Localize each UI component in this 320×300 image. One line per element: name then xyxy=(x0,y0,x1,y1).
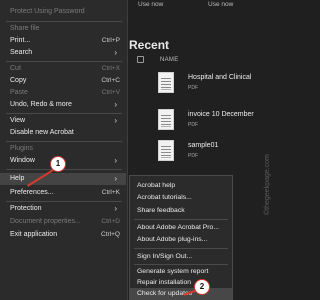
help-item-generate-report[interactable]: Generate system report xyxy=(130,266,232,278)
menu-item-search[interactable]: Search › xyxy=(0,47,126,59)
use-now-link-1[interactable]: Use now xyxy=(138,1,163,8)
menu-item-document-properties[interactable]: Document properties... Ctrl+D xyxy=(0,216,126,228)
help-item-label: Repair installation xyxy=(137,279,192,286)
menu-item-label: Paste xyxy=(10,89,28,96)
help-item-label: Generate system report xyxy=(137,268,209,275)
menu-item-shortcut: Ctrl+C xyxy=(101,77,120,84)
step-2-badge: 2 xyxy=(194,279,210,295)
help-item-about-plugins[interactable]: About Adobe plug-ins... xyxy=(130,234,232,246)
menu-item-label: Protect Using Password xyxy=(10,8,85,15)
menu-item-label: Exit application xyxy=(10,231,58,238)
chevron-right-icon: › xyxy=(114,174,117,183)
use-now-link-2[interactable]: Use now xyxy=(208,1,233,8)
help-item-label: About Adobe Acrobat Pro... xyxy=(137,224,219,231)
file-type: PDF xyxy=(188,85,198,91)
menu-item-shortcut: Ctrl+X xyxy=(101,65,120,72)
recent-file-row[interactable]: sample01 PDF xyxy=(150,140,279,170)
help-item-acrobat-help[interactable]: Acrobat help xyxy=(130,180,232,192)
file-name: sample01 xyxy=(188,142,219,149)
name-column-header[interactable]: NAME xyxy=(160,57,179,63)
help-item-check-for-updates[interactable]: Check for updates xyxy=(130,288,232,300)
menu-item-view[interactable]: View › xyxy=(0,115,126,127)
menu-item-label: Preferences... xyxy=(10,189,54,196)
menu-separator xyxy=(6,141,122,142)
menu-separator xyxy=(6,61,122,62)
watermark: ©thegeekpage.com xyxy=(264,154,271,215)
file-name: Hospital and Clinical xyxy=(188,74,252,81)
menu-item-help[interactable]: Help › xyxy=(0,173,126,185)
menu-item-print[interactable]: Print... Ctrl+P xyxy=(0,35,126,47)
chevron-right-icon: › xyxy=(114,100,117,109)
menu-item-shortcut: Ctrl+P xyxy=(101,37,120,44)
menu-item-label: Disable new Acrobat xyxy=(10,129,74,136)
menu-item-undo-redo[interactable]: Undo, Redo & more › xyxy=(0,99,126,111)
menu-item-label: Plugins xyxy=(10,145,33,152)
menu-item-label: Undo, Redo & more xyxy=(10,101,72,108)
recent-file-row[interactable]: Hospital and Clinical PDF xyxy=(150,72,279,102)
menu-item-share-file[interactable]: Share file xyxy=(0,23,126,35)
chevron-right-icon: › xyxy=(114,204,117,213)
file-name: invoice 10 December xyxy=(188,111,254,118)
menu-separator xyxy=(6,21,122,22)
menu-item-cut[interactable]: Cut Ctrl+X xyxy=(0,63,126,75)
menu-item-copy[interactable]: Copy Ctrl+C xyxy=(0,75,126,87)
step-1-badge: 1 xyxy=(50,156,66,172)
menu-item-label: Protection xyxy=(10,205,42,212)
menu-item-label: View xyxy=(10,117,26,124)
menu-item-protection[interactable]: Protection › xyxy=(0,203,126,215)
menu-item-shortcut: Ctrl+V xyxy=(101,89,120,96)
menu-item-label: Share file xyxy=(10,25,40,32)
main-menu: Protect Using Password Share file Print.… xyxy=(0,0,128,300)
menu-item-label: Print... xyxy=(10,37,31,44)
file-type: PDF xyxy=(188,122,198,128)
help-item-label: Share feedback xyxy=(137,207,185,214)
help-item-acrobat-tutorials[interactable]: Acrobat tutorials... xyxy=(130,192,232,204)
menu-item-preferences[interactable]: Preferences... Ctrl+K xyxy=(0,187,126,199)
recent-title: Recent xyxy=(129,38,170,52)
menu-item-label: Window xyxy=(10,157,35,164)
menu-separator xyxy=(6,201,122,202)
help-item-label: Acrobat help xyxy=(137,182,176,189)
menu-item-disable-new-acrobat[interactable]: Disable new Acrobat xyxy=(0,127,126,139)
menu-item-label: Document properties... xyxy=(10,218,81,225)
menu-separator xyxy=(134,248,228,249)
help-item-label: Acrobat tutorials... xyxy=(137,194,192,201)
menu-item-label: Search xyxy=(10,49,33,56)
menu-item-label: Cut xyxy=(10,65,21,72)
menu-separator xyxy=(134,264,228,265)
menu-item-paste[interactable]: Paste Ctrl+V xyxy=(0,87,126,99)
file-type: PDF xyxy=(188,153,198,159)
help-item-about-acrobat[interactable]: About Adobe Acrobat Pro... xyxy=(130,222,232,234)
chevron-right-icon: › xyxy=(114,116,117,125)
pdf-thumbnail xyxy=(158,140,174,161)
menu-item-exit-application[interactable]: Exit application Ctrl+Q xyxy=(0,229,126,241)
menu-item-label: Help xyxy=(10,175,25,182)
help-item-sign-in-out[interactable]: Sign In/Sign Out... xyxy=(130,251,232,263)
help-item-share-feedback[interactable]: Share feedback xyxy=(130,205,232,217)
pdf-thumbnail xyxy=(158,72,174,93)
menu-separator xyxy=(6,113,122,114)
help-item-label: Sign In/Sign Out... xyxy=(137,253,193,260)
help-item-repair-installation[interactable]: Repair installation xyxy=(130,277,232,289)
menu-item-label: Copy xyxy=(10,77,27,84)
chevron-right-icon: › xyxy=(114,156,117,165)
menu-item-plugins[interactable]: Plugins xyxy=(0,143,126,155)
menu-item-protect-password[interactable]: Protect Using Password xyxy=(0,6,126,18)
menu-item-shortcut: Ctrl+D xyxy=(101,218,120,225)
menu-separator xyxy=(134,219,228,220)
help-item-label: About Adobe plug-ins... xyxy=(137,236,208,243)
recent-file-row[interactable]: invoice 10 December PDF xyxy=(150,109,279,139)
menu-item-shortcut: Ctrl+Q xyxy=(101,231,120,238)
chevron-right-icon: › xyxy=(114,48,117,57)
select-all-checkbox[interactable] xyxy=(137,56,144,63)
pdf-thumbnail xyxy=(158,109,174,130)
help-submenu: Acrobat help Acrobat tutorials... Share … xyxy=(129,175,233,300)
menu-item-shortcut: Ctrl+K xyxy=(101,189,120,196)
